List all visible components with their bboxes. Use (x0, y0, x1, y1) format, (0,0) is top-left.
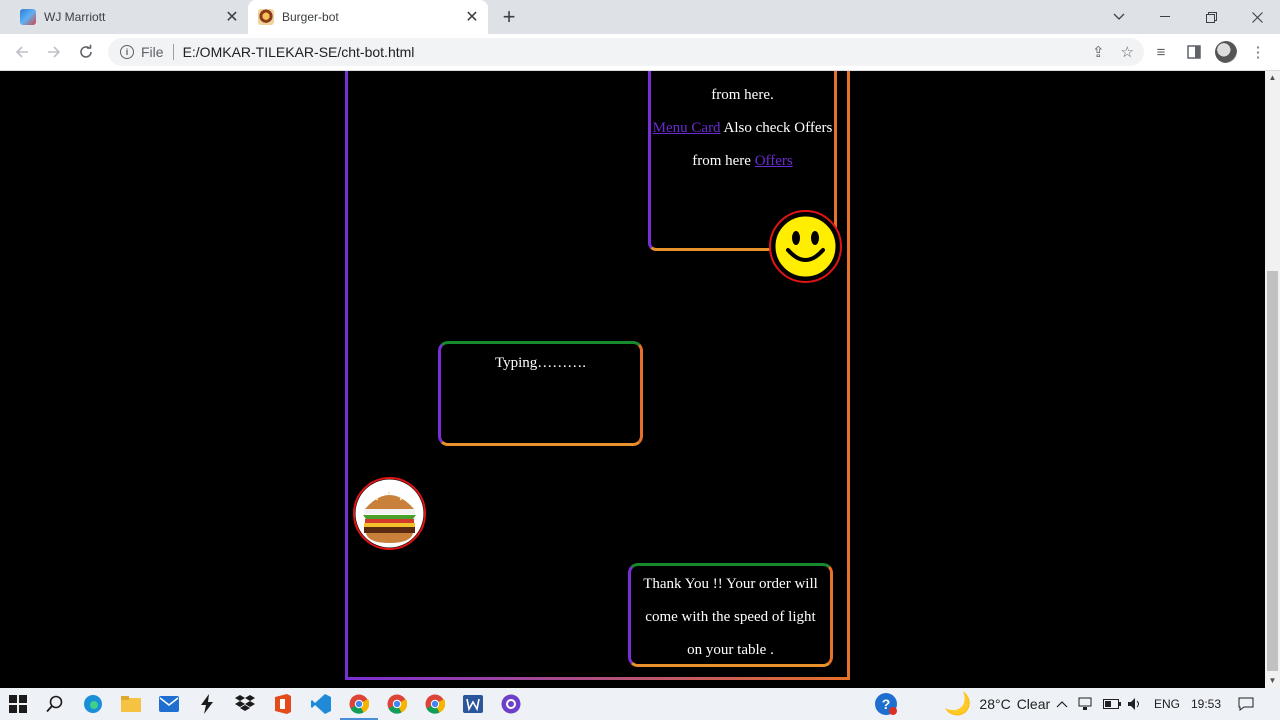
clock[interactable]: 19:53 (1191, 688, 1221, 720)
dropbox-icon[interactable] (233, 692, 257, 716)
browser-toolbar: i File E:/OMKAR-TILEKAR-SE/cht-bot.html … (0, 34, 1280, 71)
chrome-profile-icon[interactable] (423, 692, 447, 716)
url-separator (172, 44, 174, 60)
svg-text:?: ? (882, 696, 891, 712)
notification-icon[interactable] (1238, 688, 1254, 720)
message-line: from here. (711, 87, 774, 103)
page-scrollbar[interactable]: ▲ ▼ (1265, 71, 1280, 688)
offers-link[interactable]: Offers (755, 153, 793, 169)
page-viewport: from here. Menu Card Also check Offers f… (0, 71, 1265, 688)
marriott-favicon-icon (20, 9, 36, 25)
close-window-button[interactable] (1234, 0, 1280, 34)
message-text: Also check Offers (720, 120, 833, 136)
bolt-app-icon[interactable] (195, 692, 219, 716)
media-queue-icon[interactable]: ≡ (1150, 41, 1172, 63)
scrollbar-thumb[interactable] (1267, 271, 1278, 671)
weather-condition: Clear (1016, 696, 1051, 712)
forward-button[interactable] (42, 40, 66, 64)
windows-taskbar: ? 🌙 28°C Clear ENG 19:53 (0, 688, 1280, 720)
user-avatar-smiley-icon (769, 210, 842, 283)
weather-widget[interactable]: 🌙 28°C Clear (944, 688, 1050, 720)
language-indicator[interactable]: ENG (1154, 688, 1180, 720)
url-scheme: File (141, 44, 164, 60)
network-icon[interactable] (1078, 688, 1096, 720)
typing-indicator: Typing………. (438, 341, 643, 446)
tab-search-chevron-icon[interactable] (1096, 0, 1142, 34)
chrome-profile-icon[interactable] (385, 692, 409, 716)
weather-temp: 28°C (979, 696, 1011, 712)
word-icon[interactable] (461, 692, 485, 716)
file-explorer-icon[interactable] (119, 692, 143, 716)
back-button[interactable] (10, 40, 34, 64)
search-icon[interactable] (43, 692, 67, 716)
office-icon[interactable] (271, 692, 295, 716)
side-panel-icon[interactable] (1183, 41, 1205, 63)
edge-browser-icon[interactable] (81, 692, 105, 716)
battery-icon[interactable] (1103, 688, 1121, 720)
tab-title: Burger-bot (282, 10, 339, 24)
tab-title: WJ Marriott (44, 10, 106, 24)
bot-message-confirmation: Thank You !! Your order will come with t… (628, 563, 833, 667)
message-text: from here (692, 153, 755, 169)
address-bar[interactable]: i File E:/OMKAR-TILEKAR-SE/cht-bot.html … (108, 38, 1144, 66)
scroll-down-arrow-icon[interactable]: ▼ (1265, 674, 1280, 688)
volume-icon[interactable] (1127, 688, 1143, 720)
profile-avatar[interactable] (1215, 41, 1237, 63)
burger-favicon-icon (258, 9, 274, 25)
typing-text: Typing………. (494, 355, 587, 371)
confirmation-text: Thank You !! Your order will come with t… (643, 576, 818, 658)
github-desktop-icon[interactable] (499, 692, 523, 716)
share-icon[interactable]: ⇪ (1092, 43, 1105, 61)
moon-icon: 🌙 (944, 691, 972, 716)
help-icon[interactable]: ? (874, 688, 898, 720)
url-text: E:/OMKAR-TILEKAR-SE/cht-bot.html (182, 44, 415, 60)
close-tab-icon[interactable]: ✕ (464, 9, 480, 26)
restore-button[interactable] (1188, 0, 1234, 34)
show-hidden-icons-chevron-icon[interactable] (1056, 688, 1068, 720)
close-tab-icon[interactable]: ✕ (224, 9, 240, 26)
minimize-button[interactable] (1142, 0, 1188, 34)
new-tab-button[interactable]: + (498, 6, 520, 29)
tab-strip: WJ Marriott ✕ Burger-bot ✕ + (0, 0, 1280, 34)
chrome-icon[interactable] (347, 692, 371, 716)
bot-avatar-burger-icon (353, 477, 426, 550)
reload-button[interactable] (74, 40, 98, 64)
more-menu-icon[interactable]: ⋮ (1247, 41, 1269, 63)
mail-icon[interactable] (157, 692, 181, 716)
menu-card-link[interactable]: Menu Card (653, 120, 721, 136)
scroll-up-arrow-icon[interactable]: ▲ (1265, 71, 1280, 85)
tab-burger-bot[interactable]: Burger-bot ✕ (248, 0, 488, 34)
windows-start-icon[interactable] (6, 692, 30, 716)
vscode-icon[interactable] (309, 692, 333, 716)
site-info-icon[interactable]: i (120, 45, 134, 59)
tab-wj-marriott[interactable]: WJ Marriott ✕ (12, 0, 248, 34)
bookmark-star-icon[interactable]: ☆ (1121, 43, 1134, 61)
